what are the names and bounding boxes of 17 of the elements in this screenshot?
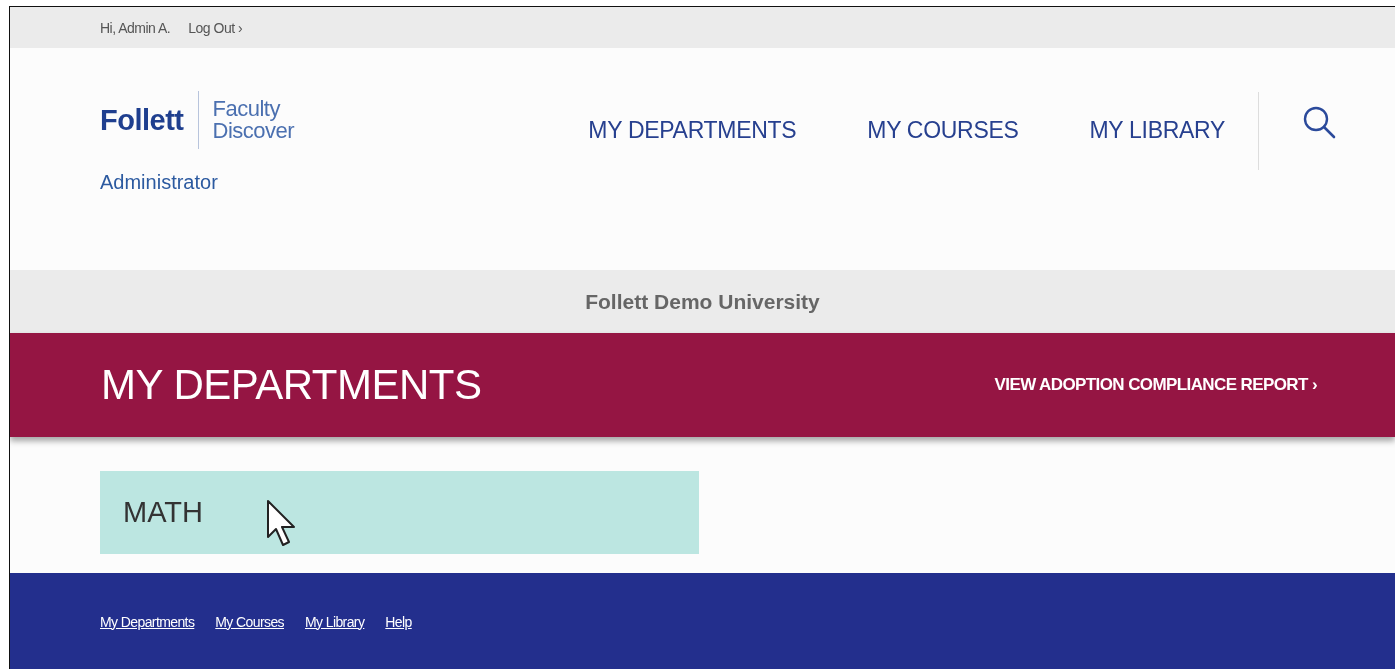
nav-link[interactable]: MY DEPARTMENTS bbox=[588, 117, 797, 144]
greeting-text: Hi, Admin A. bbox=[100, 19, 171, 36]
logout-link[interactable]: Log Out › bbox=[188, 19, 243, 36]
department-tile[interactable]: MATH bbox=[100, 471, 699, 554]
institution-name: Follett Demo University bbox=[585, 289, 820, 314]
footer-link[interactable]: My Departments bbox=[100, 613, 195, 630]
page-title: MY DEPARTMENTS bbox=[101, 361, 482, 409]
footer-link[interactable]: My Library bbox=[305, 613, 365, 630]
nav-link[interactable]: MY COURSES bbox=[867, 117, 1019, 144]
role-label: Administrator bbox=[100, 171, 219, 194]
footer-link[interactable]: Help bbox=[385, 613, 412, 630]
product-name-text: Faculty Discover bbox=[212, 98, 295, 142]
footer-link[interactable]: My Courses bbox=[215, 613, 284, 630]
compliance-report-link[interactable]: VIEW ADOPTION COMPLIANCE REPORT › bbox=[994, 375, 1317, 395]
search-icon[interactable] bbox=[1301, 104, 1337, 140]
brand-logo-text: Follett bbox=[100, 103, 184, 137]
nav-link[interactable]: MY LIBRARY bbox=[1089, 117, 1225, 144]
